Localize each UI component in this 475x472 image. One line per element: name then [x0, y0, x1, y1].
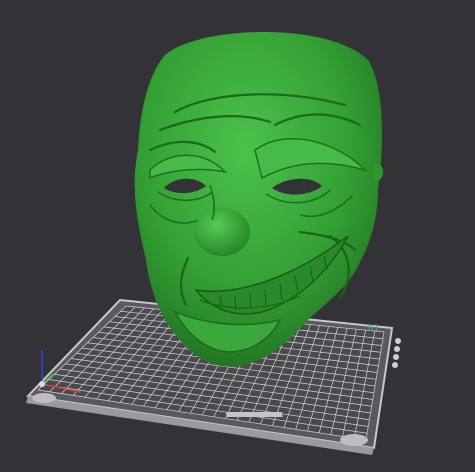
nose [194, 208, 250, 256]
mask-model[interactable] [134, 31, 383, 367]
mask-outline [134, 31, 382, 367]
ear-right [373, 164, 383, 180]
plate-front-clip [225, 412, 283, 417]
plate-corner-left [32, 393, 56, 403]
plate-corner-right [340, 434, 368, 446]
scene-svg: 01 [25, 31, 401, 455]
3d-viewport[interactable]: 01 [0, 0, 475, 472]
plate-side-dots [392, 338, 401, 368]
plate-label: 01 [368, 324, 379, 334]
